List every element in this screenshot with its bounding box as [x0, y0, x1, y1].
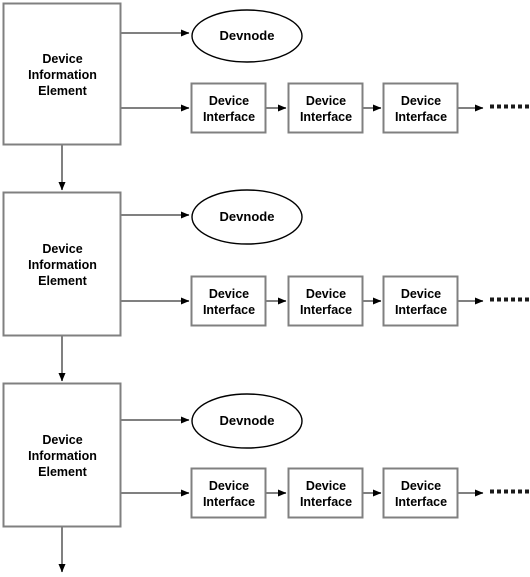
device-interface-box-3-1	[190, 467, 267, 519]
devnode-ellipse-3	[191, 393, 303, 449]
device-interface-box-2-2	[287, 275, 364, 327]
ellipsis-dots-2	[490, 297, 529, 302]
devnode-ellipse-2	[191, 189, 303, 245]
device-information-element-box-3	[2, 382, 122, 528]
ellipsis-dots-3	[490, 489, 529, 494]
device-information-element-diagram: Device Information Element Devnode Devic…	[0, 0, 530, 577]
device-interface-box-1-3	[382, 82, 459, 134]
ellipsis-dots-1	[490, 104, 529, 109]
device-interface-box-2-3	[382, 275, 459, 327]
diagram-canvas	[2, 2, 529, 573]
devnode-ellipse-1	[191, 9, 303, 63]
device-information-element-box-2	[2, 191, 122, 337]
device-interface-box-2-1	[190, 275, 267, 327]
device-interface-box-1-2	[287, 82, 364, 134]
device-interface-box-3-3	[382, 467, 459, 519]
device-interface-box-1-1	[190, 82, 267, 134]
device-interface-box-3-2	[287, 467, 364, 519]
device-information-element-box-1	[2, 2, 122, 146]
